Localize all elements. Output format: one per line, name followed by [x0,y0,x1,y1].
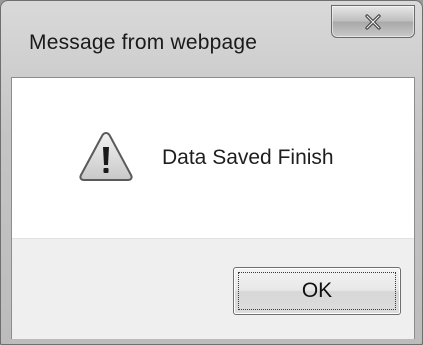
title-bar[interactable]: Message from webpage [1,1,422,77]
message-area: Data Saved Finish [12,78,414,238]
close-button[interactable] [331,5,415,38]
dialog-title: Message from webpage [29,31,258,54]
message-dialog: Message from webpage Data Saved Finish O… [0,0,423,345]
message-text: Data Saved Finish [162,146,334,169]
ok-button-label: OK [301,279,333,302]
close-icon [363,13,383,30]
button-area: OK [12,238,414,339]
warning-icon [78,130,134,182]
ok-button[interactable]: OK [233,267,401,315]
dialog-client-area: Data Saved Finish OK [11,77,415,339]
